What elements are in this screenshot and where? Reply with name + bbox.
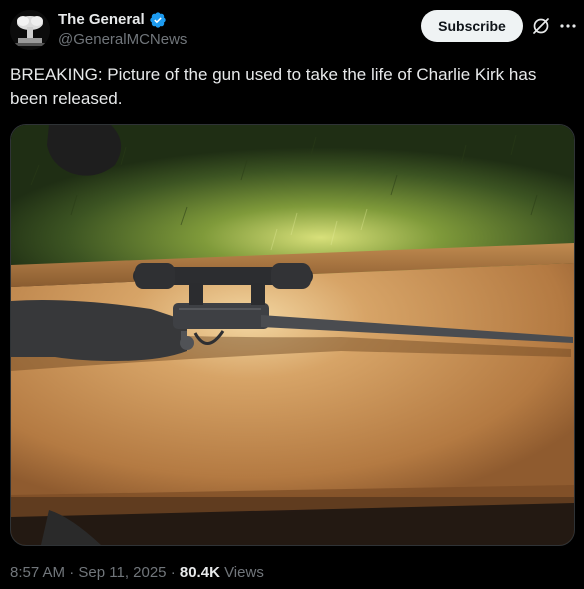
verified-badge-icon	[149, 11, 167, 29]
post-time[interactable]: 8:57 AM	[10, 564, 65, 581]
avatar-image	[10, 10, 50, 50]
more-icon[interactable]	[557, 15, 579, 37]
post-media-photo[interactable]	[10, 124, 575, 546]
author-handle[interactable]: @GeneralMCNews	[58, 31, 187, 49]
meta-separator: ·	[69, 564, 75, 581]
post-date[interactable]: Sep 11, 2025	[78, 564, 166, 581]
rifle-photo-image	[11, 125, 574, 545]
views-label: Views	[224, 564, 264, 581]
post-text: BREAKING: Picture of the gun used to tak…	[10, 65, 537, 108]
author-avatar[interactable]	[10, 10, 50, 50]
post-card: The General @GeneralMCNews Subscribe BRE…	[0, 0, 584, 589]
subscribe-button[interactable]: Subscribe	[421, 10, 523, 42]
grok-icon[interactable]	[530, 15, 552, 37]
views-count[interactable]: 80.4K	[180, 564, 220, 581]
author-name-row[interactable]: The General	[58, 11, 167, 29]
author-display-name[interactable]: The General	[58, 11, 145, 29]
meta-separator: ·	[170, 564, 176, 581]
post-meta: 8:57 AM · Sep 11, 2025 · 80.4K Views	[10, 564, 264, 582]
